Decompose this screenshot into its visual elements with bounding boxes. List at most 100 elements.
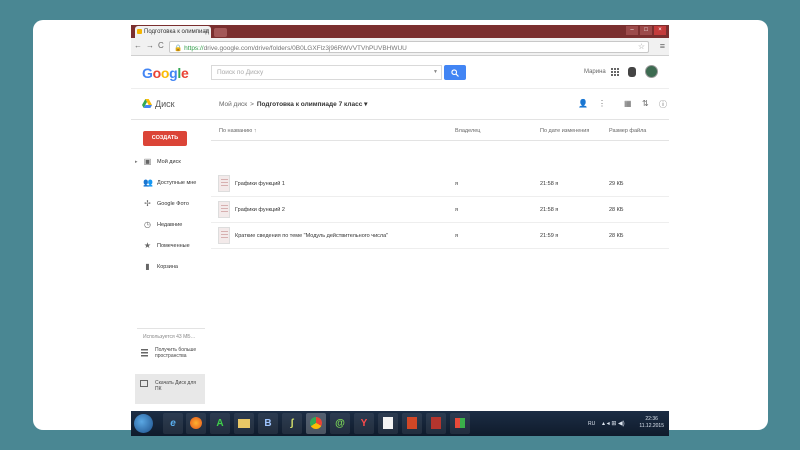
sidebar-divider: [137, 328, 205, 329]
sidebar-item-photos[interactable]: ✢ Google Фото: [135, 199, 209, 211]
minimize-button[interactable]: –: [626, 26, 638, 35]
url-scheme: https://: [184, 45, 204, 52]
storage-bars-icon: [141, 349, 148, 357]
forward-icon[interactable]: →: [146, 41, 154, 50]
info-icon[interactable]: ⓘ: [659, 99, 667, 110]
column-modified[interactable]: По дате изменения: [540, 128, 589, 134]
sketch-icon[interactable]: ʃ: [282, 413, 302, 434]
file-row[interactable]: Графики функций 1 я 21:58 я 29 КБ: [211, 171, 669, 197]
drive-brand[interactable]: Диск: [142, 99, 175, 109]
file-owner: я: [455, 207, 458, 213]
grid-view-icon[interactable]: ▦: [624, 99, 632, 108]
system-tray: RU ▴ ◂ ⊞ ◀) 22:36 11.12.2015: [556, 411, 666, 436]
firefox-icon[interactable]: [186, 413, 206, 434]
address-bar-row: ← → C 🔒 https://drive.google.com/drive/fo…: [131, 38, 669, 56]
sidebar-item-label: Недавние: [157, 222, 183, 228]
sidebar: СОЗДАТЬ ▸ ▣ Мой диск 👥 Доступные мне ✢ G…: [131, 121, 211, 411]
avatar[interactable]: [645, 65, 658, 78]
chrome-icon[interactable]: [306, 413, 326, 434]
file-name: Графики функций 2: [235, 207, 285, 213]
search-options-icon[interactable]: ▼: [433, 69, 438, 75]
sidebar-item-shared[interactable]: 👥 Доступные мне: [135, 178, 209, 190]
tab-title: Подготовка к олимпиад: [144, 29, 210, 35]
archive-icon[interactable]: [426, 413, 446, 434]
share-person-icon[interactable]: 👤: [578, 99, 588, 108]
search-button[interactable]: [444, 65, 466, 80]
download-drive-box[interactable]: Скачать Диск для ПК: [135, 374, 205, 404]
ie-icon[interactable]: e: [163, 413, 183, 434]
clock-icon: ◷: [144, 220, 151, 229]
search-input[interactable]: Поиск по Диску ▼: [211, 65, 442, 80]
sidebar-item-starred[interactable]: ★ Помеченные: [135, 241, 209, 253]
explorer-icon[interactable]: [234, 413, 254, 434]
drive-favicon-icon: [137, 29, 142, 34]
window-controls: – □ ×: [626, 26, 666, 35]
get-more-storage-link[interactable]: Получить больше пространства: [139, 347, 209, 367]
sidebar-item-my-drive[interactable]: ▸ ▣ Мой диск: [135, 157, 209, 169]
expand-arrow-icon[interactable]: ▸: [135, 159, 138, 165]
new-tab-button[interactable]: [214, 28, 227, 37]
search-placeholder: Поиск по Диску: [217, 69, 264, 76]
google-logo[interactable]: Google: [142, 65, 189, 81]
apps-grid-icon[interactable]: [611, 68, 619, 76]
nav-buttons: ← → C: [134, 41, 164, 50]
reload-icon[interactable]: C: [158, 41, 164, 50]
clock-time: 22:36: [645, 416, 658, 422]
create-button[interactable]: СОЗДАТЬ: [143, 131, 187, 146]
powerpoint-icon[interactable]: [402, 413, 422, 434]
file-list: По названию ↑ Владелец По дате изменения…: [211, 121, 669, 411]
sidebar-item-label: Google Фото: [157, 201, 189, 207]
column-name[interactable]: По названию ↑: [219, 128, 257, 134]
back-icon[interactable]: ←: [134, 41, 142, 50]
people-icon: 👥: [143, 178, 153, 187]
drive-brand-label: Диск: [155, 99, 175, 109]
sort-icon[interactable]: ⇅: [642, 99, 649, 108]
user-name[interactable]: Марина: [584, 69, 606, 75]
maximize-button[interactable]: □: [640, 26, 652, 35]
lock-icon: 🔒: [174, 45, 183, 52]
column-owner[interactable]: Владелец: [455, 128, 480, 134]
document-thumbnail-icon: [218, 201, 230, 218]
sidebar-item-label: Мой диск: [157, 159, 181, 165]
file-modified: 21:58 я: [540, 207, 559, 213]
computer-icon: [140, 380, 148, 387]
file-name: Графики функций 1: [235, 181, 285, 187]
bookmark-star-icon[interactable]: ☆: [638, 42, 645, 51]
windows-taskbar: e A B ʃ @ Y RU ▴ ◂ ⊞ ◀) 22:36 11.12.2015: [131, 411, 669, 436]
trash-icon: ▮: [145, 262, 150, 271]
document-thumbnail-icon: [218, 227, 230, 244]
drive-toolbar: Диск Мой диск > Подготовка к олимпиаде 7 к…: [131, 90, 669, 120]
file-name: Краткие сведения по теме "Модуль действи…: [235, 233, 389, 239]
tray-icons[interactable]: ▴ ◂ ⊞ ◀): [602, 420, 625, 427]
file-size: 28 КБ: [609, 207, 624, 213]
messenger-icon[interactable]: @: [330, 413, 350, 434]
file-row[interactable]: Графики функций 2 я 21:58 я 28 КБ: [211, 197, 669, 223]
more-vertical-icon[interactable]: ⋮: [598, 99, 606, 108]
sidebar-item-trash[interactable]: ▮ Корзина: [135, 262, 209, 274]
clock[interactable]: 22:36 11.12.2015: [639, 416, 664, 430]
drive-folder-icon: ▣: [143, 157, 152, 166]
browser-menu-icon[interactable]: ≡: [660, 41, 665, 51]
file-row[interactable]: Краткие сведения по теме "Модуль действи…: [211, 223, 669, 249]
breadcrumb-separator: >: [250, 101, 254, 108]
browser-tab[interactable]: Подготовка к олимпиад ×: [135, 26, 211, 38]
sidebar-item-label: Помеченные: [157, 243, 190, 249]
file-list-header: По названию ↑ Владелец По дате изменения…: [211, 121, 669, 141]
windows-app-icon[interactable]: [450, 413, 470, 434]
breadcrumb-root[interactable]: Мой диск: [219, 101, 247, 108]
url-input[interactable]: 🔒 https://drive.google.com/drive/folders/…: [169, 41, 649, 53]
app-b-icon[interactable]: B: [258, 413, 278, 434]
column-size[interactable]: Размер файла: [609, 128, 646, 134]
yandex-icon[interactable]: Y: [354, 413, 374, 434]
language-indicator[interactable]: RU: [588, 421, 595, 427]
search-icon: [451, 69, 459, 77]
download-drive-label: Скачать Диск для ПК: [155, 380, 196, 392]
start-button[interactable]: [134, 414, 153, 433]
sidebar-item-recent[interactable]: ◷ Недавние: [135, 220, 209, 232]
tab-close-icon[interactable]: ×: [205, 28, 209, 35]
notifications-icon[interactable]: [628, 67, 636, 77]
docs-icon[interactable]: [378, 413, 398, 434]
breadcrumb-current[interactable]: Подготовка к олимпиаде 7 класс ▾: [257, 101, 368, 108]
close-window-button[interactable]: ×: [654, 26, 666, 35]
app-a-icon[interactable]: A: [210, 413, 230, 434]
